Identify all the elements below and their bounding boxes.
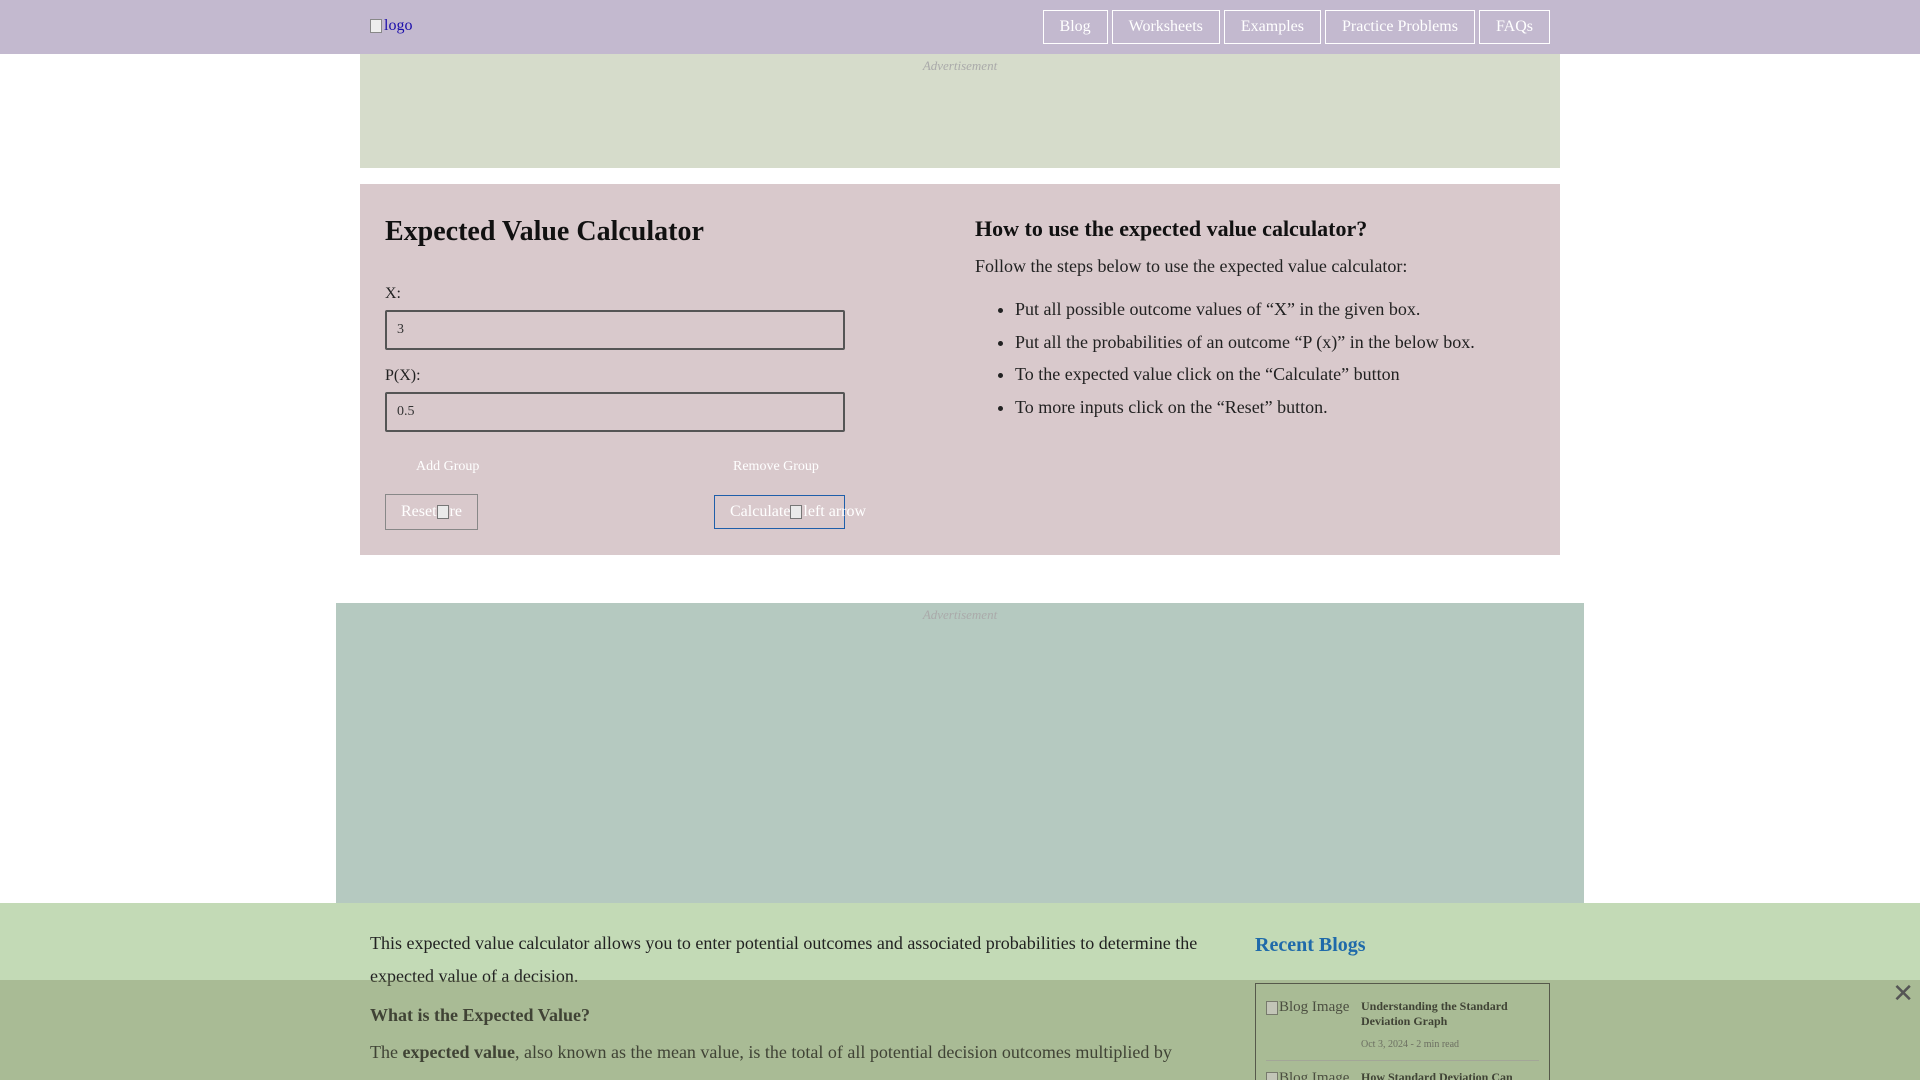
- recent-blogs-title: Recent Blogs: [1255, 934, 1366, 956]
- left-arrow-image: left arrow: [790, 503, 866, 521]
- broken-image-icon: [790, 505, 803, 519]
- nav-faqs[interactable]: FAQs: [1478, 10, 1550, 44]
- nav-worksheets[interactable]: Worksheets: [1111, 10, 1220, 44]
- advertisement-top[interactable]: Advertisement: [360, 54, 1560, 168]
- close-icon[interactable]: ✕: [1892, 979, 1914, 1009]
- sticky-ad-overlay[interactable]: [0, 980, 1920, 1080]
- advertisement-middle[interactable]: Advertisement: [336, 603, 1584, 903]
- add-group-button[interactable]: Add Group: [416, 459, 479, 475]
- x-input[interactable]: [385, 310, 845, 350]
- reset-image: re: [436, 495, 462, 529]
- reset-label: Reset: [401, 503, 437, 520]
- howto-step: To the expected value click on the “Calc…: [1015, 358, 1535, 391]
- howto-step: To more inputs click on the “Reset” butt…: [1015, 391, 1535, 424]
- howto-step: Put all possible outcome values of “X” i…: [1015, 293, 1535, 326]
- nav-practice-problems[interactable]: Practice Problems: [1324, 10, 1475, 44]
- broken-image-icon: [370, 19, 382, 33]
- calculator-panel: Expected Value Calculator X: P(X): Add G…: [360, 184, 1560, 555]
- remove-group-button[interactable]: Remove Group: [733, 459, 819, 475]
- ad-label: Advertisement: [922, 58, 998, 73]
- howto-title: How to use the expected value calculator…: [975, 216, 1368, 241]
- ad-label: Advertisement: [922, 607, 998, 622]
- main-nav: Blog Worksheets Examples Practice Proble…: [1042, 10, 1550, 44]
- nav-examples[interactable]: Examples: [1223, 10, 1321, 44]
- howto-section: How to use the expected value calculator…: [975, 216, 1535, 423]
- logo-link[interactable]: logo: [370, 17, 412, 35]
- calculate-label: Calculate: [730, 503, 791, 520]
- reset-image-alt: re: [449, 503, 462, 520]
- px-input[interactable]: [385, 392, 845, 432]
- howto-steps: Put all possible outcome values of “X” i…: [975, 293, 1535, 423]
- broken-image-icon: [436, 505, 449, 519]
- calculator-title: Expected Value Calculator: [385, 216, 704, 247]
- px-label: P(X):: [385, 367, 421, 384]
- reset-button[interactable]: Reset re: [385, 494, 478, 530]
- nav-blog[interactable]: Blog: [1042, 10, 1108, 44]
- top-navbar: logo Blog Worksheets Examples Practice P…: [0, 0, 1920, 54]
- howto-step: Put all the probabilities of an outcome …: [1015, 326, 1535, 359]
- howto-intro: Follow the steps below to use the expect…: [975, 256, 1408, 276]
- x-label: X:: [385, 285, 401, 302]
- logo-alt-text: logo: [384, 17, 413, 34]
- calculate-button[interactable]: Calculate left arrow: [714, 495, 866, 529]
- left-arrow-image-alt: left arrow: [803, 503, 867, 520]
